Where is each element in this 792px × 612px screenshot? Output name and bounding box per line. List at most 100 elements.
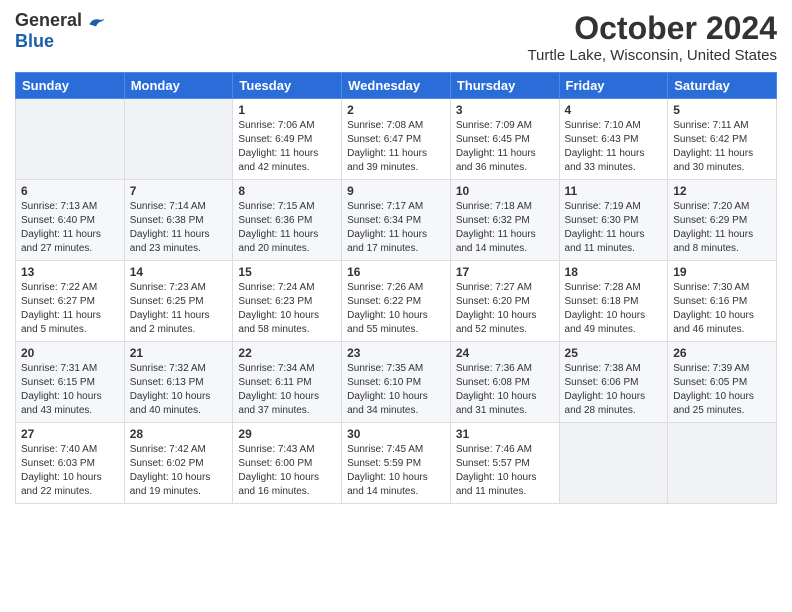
day-number: 20: [21, 346, 119, 360]
day-number: 27: [21, 427, 119, 441]
day-info: Sunrise: 7:14 AMSunset: 6:38 PMDaylight:…: [130, 200, 228, 256]
calendar-week-row: 1 Sunrise: 7:06 AMSunset: 6:49 PMDaylight…: [16, 99, 777, 180]
calendar-cell: 10Sunrise: 7:18 AMSunset: 6:32 PMDayligh…: [450, 180, 559, 261]
calendar-table: SundayMondayTuesdayWednesdayThursdayFrid…: [15, 72, 777, 504]
day-info: Sunrise: 7:08 AMSunset: 6:47 PMDaylight:…: [347, 119, 445, 175]
day-number: 7: [130, 184, 228, 198]
month-title: October 2024: [527, 10, 777, 47]
day-number: 6: [21, 184, 119, 198]
day-number: 23: [347, 346, 445, 360]
day-info: Sunrise: 7:11 AMSunset: 6:42 PMDaylight:…: [673, 119, 771, 175]
day-info: Sunrise: 7:45 AMSunset: 5:59 PMDaylight:…: [347, 443, 445, 499]
calendar-cell: 19 Sunrise: 7:30 AMSunset: 6:16 PMDayligh…: [668, 261, 777, 342]
calendar-cell: 23 Sunrise: 7:35 AMSunset: 6:10 PMDayligh…: [342, 342, 451, 423]
day-info: Sunrise: 7:43 AMSunset: 6:00 PMDaylight:…: [238, 443, 336, 499]
day-number: 13: [21, 265, 119, 279]
day-info: Sunrise: 7:20 AMSunset: 6:29 PMDaylight:…: [673, 200, 771, 256]
calendar-cell: 4Sunrise: 7:10 AMSunset: 6:43 PMDaylight…: [559, 99, 668, 180]
day-number: 29: [238, 427, 336, 441]
day-number: 9: [347, 184, 445, 198]
calendar-cell: 20 Sunrise: 7:31 AMSunset: 6:15 PMDayligh…: [16, 342, 125, 423]
location-text: Turtle Lake, Wisconsin, United States: [527, 47, 777, 64]
day-info: Sunrise: 7:32 AMSunset: 6:13 PMDaylight:…: [130, 362, 228, 418]
calendar-cell: [124, 99, 233, 180]
day-info: Sunrise: 7:09 AMSunset: 6:45 PMDaylight:…: [456, 119, 554, 175]
calendar-cell: 13 Sunrise: 7:22 AMSunset: 6:27 PMDayligh…: [16, 261, 125, 342]
calendar-week-row: 13 Sunrise: 7:22 AMSunset: 6:27 PMDayligh…: [16, 261, 777, 342]
calendar-cell: 2 Sunrise: 7:08 AMSunset: 6:47 PMDaylight…: [342, 99, 451, 180]
day-number: 1: [238, 103, 336, 117]
calendar-cell: 12 Sunrise: 7:20 AMSunset: 6:29 PMDayligh…: [668, 180, 777, 261]
calendar-cell: 24 Sunrise: 7:36 AMSunset: 6:08 PMDayligh…: [450, 342, 559, 423]
calendar-header-row: SundayMondayTuesdayWednesdayThursdayFrid…: [16, 73, 777, 99]
logo-bird-icon: [86, 11, 106, 31]
day-number: 8: [238, 184, 336, 198]
calendar-cell: 28 Sunrise: 7:42 AMSunset: 6:02 PMDayligh…: [124, 423, 233, 504]
day-info: Sunrise: 7:36 AMSunset: 6:08 PMDaylight:…: [456, 362, 554, 418]
calendar-cell: 30Sunrise: 7:45 AMSunset: 5:59 PMDayligh…: [342, 423, 451, 504]
day-info: Sunrise: 7:40 AMSunset: 6:03 PMDaylight:…: [21, 443, 119, 499]
day-info: Sunrise: 7:22 AMSunset: 6:27 PMDaylight:…: [21, 281, 119, 337]
day-number: 28: [130, 427, 228, 441]
calendar-week-row: 27 Sunrise: 7:40 AMSunset: 6:03 PMDayligh…: [16, 423, 777, 504]
calendar-cell: [668, 423, 777, 504]
calendar-cell: 29 Sunrise: 7:43 AMSunset: 6:00 PMDayligh…: [233, 423, 342, 504]
day-info: Sunrise: 7:46 AMSunset: 5:57 PMDaylight:…: [456, 443, 554, 499]
calendar-cell: 27 Sunrise: 7:40 AMSunset: 6:03 PMDayligh…: [16, 423, 125, 504]
calendar-cell: 21 Sunrise: 7:32 AMSunset: 6:13 PMDayligh…: [124, 342, 233, 423]
calendar-cell: 15 Sunrise: 7:24 AMSunset: 6:23 PMDayligh…: [233, 261, 342, 342]
header-tuesday: Tuesday: [233, 73, 342, 99]
day-number: 26: [673, 346, 771, 360]
day-number: 16: [347, 265, 445, 279]
calendar-cell: [16, 99, 125, 180]
day-info: Sunrise: 7:39 AMSunset: 6:05 PMDaylight:…: [673, 362, 771, 418]
header-saturday: Saturday: [668, 73, 777, 99]
day-number: 14: [130, 265, 228, 279]
calendar-cell: 11Sunrise: 7:19 AMSunset: 6:30 PMDayligh…: [559, 180, 668, 261]
page-header: General Blue October 2024 Turtle Lake, W…: [15, 10, 777, 64]
header-sunday: Sunday: [16, 73, 125, 99]
header-monday: Monday: [124, 73, 233, 99]
day-info: Sunrise: 7:30 AMSunset: 6:16 PMDaylight:…: [673, 281, 771, 337]
day-info: Sunrise: 7:15 AMSunset: 6:36 PMDaylight:…: [238, 200, 336, 256]
day-number: 22: [238, 346, 336, 360]
calendar-cell: 8 Sunrise: 7:15 AMSunset: 6:36 PMDaylight…: [233, 180, 342, 261]
day-info: Sunrise: 7:26 AMSunset: 6:22 PMDaylight:…: [347, 281, 445, 337]
day-number: 11: [565, 184, 663, 198]
calendar-cell: 31Sunrise: 7:46 AMSunset: 5:57 PMDayligh…: [450, 423, 559, 504]
day-number: 18: [565, 265, 663, 279]
logo: General Blue: [15, 10, 106, 52]
calendar-cell: 25Sunrise: 7:38 AMSunset: 6:06 PMDayligh…: [559, 342, 668, 423]
day-info: Sunrise: 7:28 AMSunset: 6:18 PMDaylight:…: [565, 281, 663, 337]
day-info: Sunrise: 7:24 AMSunset: 6:23 PMDaylight:…: [238, 281, 336, 337]
day-info: Sunrise: 7:23 AMSunset: 6:25 PMDaylight:…: [130, 281, 228, 337]
day-number: 21: [130, 346, 228, 360]
logo-blue-text: Blue: [15, 31, 54, 52]
calendar-cell: 5 Sunrise: 7:11 AMSunset: 6:42 PMDaylight…: [668, 99, 777, 180]
day-number: 2: [347, 103, 445, 117]
header-friday: Friday: [559, 73, 668, 99]
day-info: Sunrise: 7:27 AMSunset: 6:20 PMDaylight:…: [456, 281, 554, 337]
calendar-cell: 14 Sunrise: 7:23 AMSunset: 6:25 PMDayligh…: [124, 261, 233, 342]
day-info: Sunrise: 7:13 AMSunset: 6:40 PMDaylight:…: [21, 200, 119, 256]
day-number: 19: [673, 265, 771, 279]
day-info: Sunrise: 7:35 AMSunset: 6:10 PMDaylight:…: [347, 362, 445, 418]
calendar-cell: 3Sunrise: 7:09 AMSunset: 6:45 PMDaylight…: [450, 99, 559, 180]
day-number: 5: [673, 103, 771, 117]
day-number: 24: [456, 346, 554, 360]
day-number: 25: [565, 346, 663, 360]
day-info: Sunrise: 7:10 AMSunset: 6:43 PMDaylight:…: [565, 119, 663, 175]
calendar-week-row: 20 Sunrise: 7:31 AMSunset: 6:15 PMDayligh…: [16, 342, 777, 423]
title-section: October 2024 Turtle Lake, Wisconsin, Uni…: [527, 10, 777, 64]
day-number: 12: [673, 184, 771, 198]
calendar-cell: 17Sunrise: 7:27 AMSunset: 6:20 PMDayligh…: [450, 261, 559, 342]
calendar-cell: 9Sunrise: 7:17 AMSunset: 6:34 PMDaylight…: [342, 180, 451, 261]
day-number: 15: [238, 265, 336, 279]
day-info: Sunrise: 7:34 AMSunset: 6:11 PMDaylight:…: [238, 362, 336, 418]
calendar-cell: 26 Sunrise: 7:39 AMSunset: 6:05 PMDayligh…: [668, 342, 777, 423]
calendar-cell: 1 Sunrise: 7:06 AMSunset: 6:49 PMDaylight…: [233, 99, 342, 180]
day-info: Sunrise: 7:42 AMSunset: 6:02 PMDaylight:…: [130, 443, 228, 499]
day-info: Sunrise: 7:06 AMSunset: 6:49 PMDaylight:…: [238, 119, 336, 175]
day-info: Sunrise: 7:31 AMSunset: 6:15 PMDaylight:…: [21, 362, 119, 418]
calendar-cell: 22 Sunrise: 7:34 AMSunset: 6:11 PMDayligh…: [233, 342, 342, 423]
